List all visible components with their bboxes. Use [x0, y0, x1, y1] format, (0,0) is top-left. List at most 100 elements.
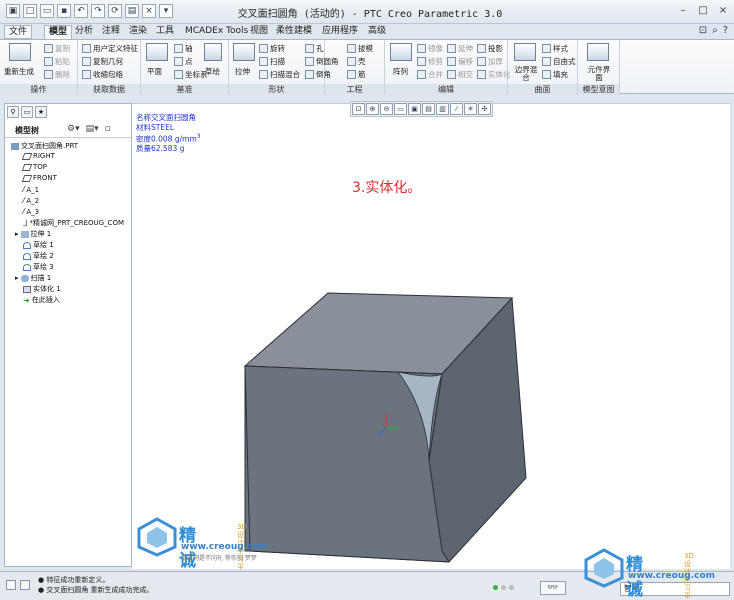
repaint-icon[interactable]: ▭ [394, 103, 407, 115]
extrude-icon[interactable] [233, 43, 255, 61]
copy-geometry-button[interactable]: 复制几何 [82, 56, 123, 67]
favorites-tab[interactable]: ★ [35, 106, 47, 118]
app-icon[interactable]: ▣ [6, 4, 20, 18]
tab-render[interactable]: 渲染 [125, 25, 151, 39]
swept-blend-button[interactable]: 扫描混合 [259, 69, 300, 80]
ribbon-group-label[interactable]: 形状 [229, 84, 324, 95]
tree-node[interactable]: ▸ 扫描 1 [15, 273, 51, 283]
extend-button[interactable]: 延伸 [447, 43, 473, 54]
tree-node[interactable]: ⅃ *精诚网_PRT_CREOUG_COM [23, 218, 124, 228]
ribbon-group-label[interactable]: 工程 [325, 84, 384, 95]
tab-tools[interactable]: 工具 [152, 25, 178, 39]
shell-button[interactable]: 壳 [347, 56, 366, 67]
hole-button[interactable]: 孔 [305, 43, 324, 54]
settings-icon[interactable]: ⚙▾ [67, 124, 80, 134]
extrude-button[interactable]: 拉伸 [235, 66, 250, 77]
show-icon[interactable]: ▤▾ [86, 124, 99, 134]
view-manager-icon[interactable]: ▥ [436, 103, 449, 115]
sweep-button[interactable]: 扫描 [259, 56, 285, 67]
freestyle-button[interactable]: 自由式 [542, 56, 576, 67]
windows-icon[interactable]: ▤ [125, 4, 139, 18]
boundary-blend-icon[interactable] [514, 43, 536, 61]
revolve-button[interactable]: 旋转 [259, 43, 285, 54]
zoom-out-icon[interactable]: ⊖ [380, 103, 393, 115]
tree-node[interactable]: ⁄ A_1 [23, 185, 39, 194]
tab-applications[interactable]: 应用程序 [318, 25, 362, 39]
round-button[interactable]: 倒圆角 [305, 56, 339, 67]
spin-center-icon[interactable]: ✣ [478, 103, 491, 115]
project-button[interactable]: 投影 [477, 43, 503, 54]
ribbon-group-label[interactable]: 模型意图 [578, 84, 619, 95]
component-interface-button[interactable]: 元件界面 [587, 66, 611, 82]
close-button[interactable]: × [716, 4, 730, 18]
plane-icon[interactable] [146, 43, 168, 61]
tab-view[interactable]: 视图 [246, 25, 272, 39]
merge-button[interactable]: 合并 [417, 69, 443, 80]
intersect-button[interactable]: 相交 [447, 69, 473, 80]
regenerate-icon[interactable] [9, 43, 31, 61]
boundary-blend-button[interactable]: 边界混合 [512, 66, 540, 82]
browser-toggle-icon[interactable] [20, 580, 30, 590]
regenerate-button[interactable]: 重新生成 [4, 66, 34, 77]
tree-node[interactable]: RIGHT [21, 152, 55, 160]
model-viewport[interactable] [132, 104, 730, 570]
udf-button[interactable]: 用户定义特征 [82, 43, 138, 54]
ribbon-group-label[interactable]: 操作 [0, 84, 77, 95]
close-window-icon[interactable]: × [142, 4, 156, 18]
tree-node[interactable]: ➜ 在此插入 [23, 295, 60, 305]
shrinkwrap-button[interactable]: 收缩包络 [82, 69, 123, 80]
pattern-icon[interactable] [390, 43, 412, 61]
tree-node[interactable]: 草绘 1 [23, 240, 54, 250]
tree-node[interactable]: ⁄ A_3 [23, 207, 39, 216]
annotation-display-icon[interactable]: ✳ [464, 103, 477, 115]
ribbon-group-label[interactable]: 基准 [141, 84, 228, 95]
component-interface-icon[interactable] [587, 43, 609, 61]
saved-views-icon[interactable]: ▤ [422, 103, 435, 115]
expand-arrow-icon[interactable]: ▸ [15, 230, 19, 238]
graphics-window[interactable] [132, 103, 730, 569]
search-icon[interactable]: ⌕ [712, 25, 718, 36]
mirror-button[interactable]: 镜像 [417, 43, 443, 54]
save-icon[interactable]: ▪ [57, 4, 71, 18]
display-style-icon[interactable]: ▣ [408, 103, 421, 115]
solidify-button[interactable]: 实体化 [477, 69, 511, 80]
fill-button[interactable]: 填充 [542, 69, 568, 80]
tree-node[interactable]: FRONT [21, 174, 57, 182]
arrange-icon[interactable]: ⊡ [699, 25, 707, 36]
paste-button[interactable]: 粘贴 [44, 56, 70, 67]
zoom-in-icon[interactable]: ⊕ [366, 103, 379, 115]
thicken-button[interactable]: 加厚 [477, 56, 503, 67]
refit-icon[interactable]: ⊡ [352, 103, 365, 115]
datum-display-icon[interactable]: ⁄ [450, 103, 463, 115]
delete-button[interactable]: 删除 [44, 69, 70, 80]
tab-model[interactable]: 模型 [44, 25, 73, 39]
expand-arrow-icon[interactable]: ▸ [15, 274, 19, 282]
navigator-toggle-icon[interactable] [6, 580, 16, 590]
tree-node[interactable]: 草绘 2 [23, 251, 54, 261]
point-button[interactable]: 点 [174, 56, 193, 67]
tab-annotate[interactable]: 注释 [98, 25, 124, 39]
sketch-button[interactable]: 草绘 [205, 66, 220, 77]
offset-button[interactable]: 偏移 [447, 56, 473, 67]
tab-mcadex-tools[interactable]: MCADEx Tools [181, 25, 252, 39]
tree-node[interactable]: 草绘 3 [23, 262, 54, 272]
regenerate-icon[interactable]: ⟳ [108, 4, 122, 18]
tab-advanced[interactable]: 高级 [364, 25, 390, 39]
tree-node[interactable]: ⁄ A_2 [23, 196, 39, 205]
tree-node[interactable]: 实体化 1 [23, 284, 61, 294]
pattern-button[interactable]: 阵列 [393, 66, 408, 77]
new-file-icon[interactable]: □ [23, 4, 37, 18]
tree-node[interactable]: TOP [21, 163, 47, 171]
ribbon-group-label[interactable]: 编辑 [385, 84, 507, 95]
chamfer-button[interactable]: 倒角 [305, 69, 331, 80]
tree-node[interactable]: ▸ 拉伸 1 [15, 229, 51, 239]
model-tree-tab[interactable]: ⚲ [7, 106, 19, 118]
maximize-button[interactable]: □ [696, 4, 710, 18]
plane-button[interactable]: 平面 [147, 66, 162, 77]
undo-icon[interactable]: ↶ [74, 4, 88, 18]
axis-button[interactable]: 轴 [174, 43, 193, 54]
tab-flexible-modeling[interactable]: 柔性建模 [272, 25, 316, 39]
tree-node[interactable]: 交叉面扫圆角.PRT [11, 141, 78, 151]
csys-button[interactable]: 坐标系 [174, 69, 208, 80]
customize-toolbar-icon[interactable]: ▾ [159, 4, 173, 18]
